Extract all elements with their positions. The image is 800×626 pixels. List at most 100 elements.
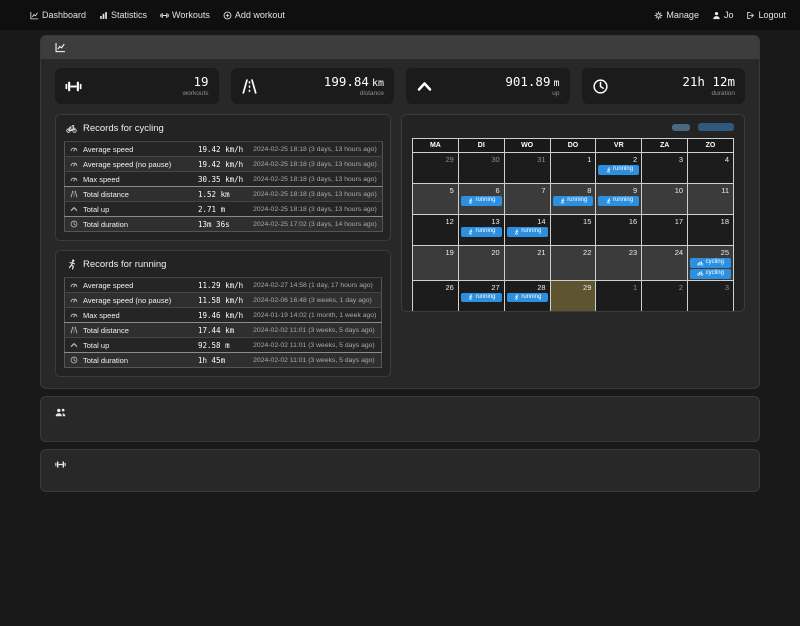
- event-label: running: [613, 197, 634, 203]
- calendar-panel: MA DI WO DO VR ZA ZO 29 30 31 1 2 running 3 4 5 6 runnin…: [401, 114, 745, 312]
- calendar-day[interactable]: 6: [503, 310, 551, 311]
- calendar-day[interactable]: 15: [549, 214, 597, 246]
- calendar-day[interactable]: 7: [549, 310, 597, 311]
- calendar-day[interactable]: 10: [641, 183, 689, 215]
- record-value: 17.44 km: [193, 322, 249, 338]
- calendar-day[interactable]: 10: [687, 310, 734, 311]
- calendar-day[interactable]: 1: [595, 279, 643, 311]
- calendar-day[interactable]: 3: [641, 152, 689, 184]
- calendar-event-running[interactable]: running: [598, 165, 640, 175]
- calendar-day[interactable]: 12: [412, 214, 459, 246]
- weekday-header: WO: [503, 138, 551, 153]
- calendar-day[interactable]: 25 cycling cycling: [687, 245, 734, 281]
- nav-item-manage[interactable]: Manage: [654, 10, 699, 20]
- record-label: Max speed: [83, 310, 120, 320]
- calendar-day[interactable]: 27 running: [457, 279, 505, 311]
- calendar-event-running[interactable]: running: [460, 196, 502, 206]
- calendar-day[interactable]: 19: [412, 245, 459, 281]
- calendar-day[interactable]: 11: [687, 183, 734, 215]
- nav-item-jo[interactable]: Jo: [712, 10, 733, 20]
- cycling-icon: [697, 270, 704, 277]
- nav-item-workouts[interactable]: Workouts: [160, 10, 210, 20]
- calendar-prev-button[interactable]: [698, 123, 716, 131]
- calendar-day[interactable]: 29: [549, 279, 597, 311]
- calendar-event-cycling[interactable]: cycling: [690, 258, 731, 268]
- calendar-day[interactable]: 26: [412, 279, 459, 311]
- calendar-day[interactable]: 7: [503, 183, 551, 215]
- event-label: running: [475, 197, 496, 203]
- calendar-day[interactable]: 23: [595, 245, 643, 281]
- calendar-event-running[interactable]: running: [506, 292, 548, 303]
- day-number: 26: [445, 282, 454, 292]
- calendar-day[interactable]: 18: [687, 214, 734, 246]
- calendar-event-running[interactable]: running: [598, 196, 640, 206]
- calendar-day[interactable]: 16: [595, 214, 643, 246]
- weekday-header: DO: [549, 138, 597, 153]
- calendar-today-button[interactable]: [672, 123, 690, 131]
- calendar-event-running[interactable]: running: [460, 292, 502, 303]
- day-number: 29: [445, 155, 454, 164]
- calendar-event-running[interactable]: running: [460, 227, 502, 237]
- add-workout-icon: [223, 11, 232, 20]
- calendar-day[interactable]: 21: [503, 245, 551, 281]
- calendar-day[interactable]: 14 running: [503, 214, 551, 246]
- calendar-day[interactable]: 9: [641, 310, 689, 311]
- day-number: 13: [491, 217, 500, 226]
- section-title-text: Records for cycling: [83, 123, 164, 134]
- calendar-event-cycling[interactable]: cycling: [690, 268, 731, 279]
- event-label: running: [521, 293, 542, 300]
- records-cycling-panel: Records for cycling Average speed 19.42 km…: [55, 114, 391, 241]
- day-number: 23: [628, 248, 638, 257]
- calendar-next-button[interactable]: [716, 123, 734, 131]
- records-running-title: Records for running: [66, 259, 382, 270]
- calendar-day[interactable]: 1: [549, 152, 597, 184]
- record-label-cell: Max speed: [64, 171, 193, 187]
- dashboard-body: 19 workouts 199.84 km distance 901.89 m up 21h 1…: [41, 59, 759, 388]
- stat-card-up: 901.89 m up: [406, 68, 570, 104]
- calendar-day[interactable]: 2: [641, 279, 689, 311]
- calendar-day[interactable]: 8: [595, 310, 643, 311]
- stat-value: 21h 12m: [682, 75, 735, 89]
- calendar-day[interactable]: 9 running: [595, 183, 643, 215]
- calendar-event-running[interactable]: running: [506, 227, 548, 237]
- calendar-day[interactable]: 3: [687, 279, 734, 311]
- calendar-day[interactable]: 13 running: [457, 214, 505, 246]
- calendar-day[interactable]: 22: [549, 245, 597, 281]
- day-number: 2: [633, 155, 638, 164]
- record-label: Total distance: [83, 189, 129, 199]
- calendar-day[interactable]: 29: [412, 152, 459, 184]
- calendar-day[interactable]: 31: [503, 152, 551, 184]
- nav-item-add-workout[interactable]: Add workout: [223, 10, 285, 20]
- calendar-day[interactable]: 30: [457, 152, 505, 184]
- calendar-day[interactable]: 4: [412, 310, 459, 311]
- calendar-day[interactable]: 2 running: [595, 152, 643, 184]
- nav-item-label: Dashboard: [42, 10, 87, 20]
- chevron-icon: [416, 78, 433, 95]
- recent-activity-title: [55, 459, 745, 470]
- nav-item-logout[interactable]: Logout: [746, 10, 786, 20]
- stat-number: 19: [193, 73, 209, 89]
- day-number: 25: [720, 248, 729, 257]
- dumbbell-icon: [65, 78, 82, 95]
- record-row: Average speed (no pause) 11.58 km/h 2024-0…: [64, 292, 382, 308]
- gauge-icon: [70, 281, 78, 289]
- calendar-day[interactable]: 5: [457, 310, 505, 311]
- calendar-day[interactable]: 8 running: [549, 183, 597, 215]
- calendar-day[interactable]: 6 running: [457, 183, 505, 215]
- calendar-day[interactable]: 4: [687, 152, 734, 184]
- calendar-day[interactable]: 20: [457, 245, 505, 281]
- nav-item-dashboard[interactable]: Dashboard: [30, 10, 86, 20]
- day-number: 1: [633, 282, 638, 292]
- day-number: 10: [674, 186, 684, 195]
- dashboard-icon: [30, 11, 39, 20]
- records-column: Records for cycling Average speed 19.42 km…: [55, 114, 391, 377]
- calendar-day[interactable]: 28 running: [503, 279, 551, 311]
- calendar-day[interactable]: 5: [412, 183, 459, 215]
- calendar-day[interactable]: 17: [641, 214, 689, 246]
- calendar-event-running[interactable]: running: [552, 196, 594, 206]
- nav-item-statistics[interactable]: Statistics: [99, 10, 147, 20]
- manage-icon: [654, 11, 663, 20]
- record-date: 2024-02-25 18:18 (3 days, 13 hours ago): [248, 141, 383, 157]
- record-label-cell: Total duration: [64, 352, 193, 368]
- calendar-day[interactable]: 24: [641, 245, 689, 281]
